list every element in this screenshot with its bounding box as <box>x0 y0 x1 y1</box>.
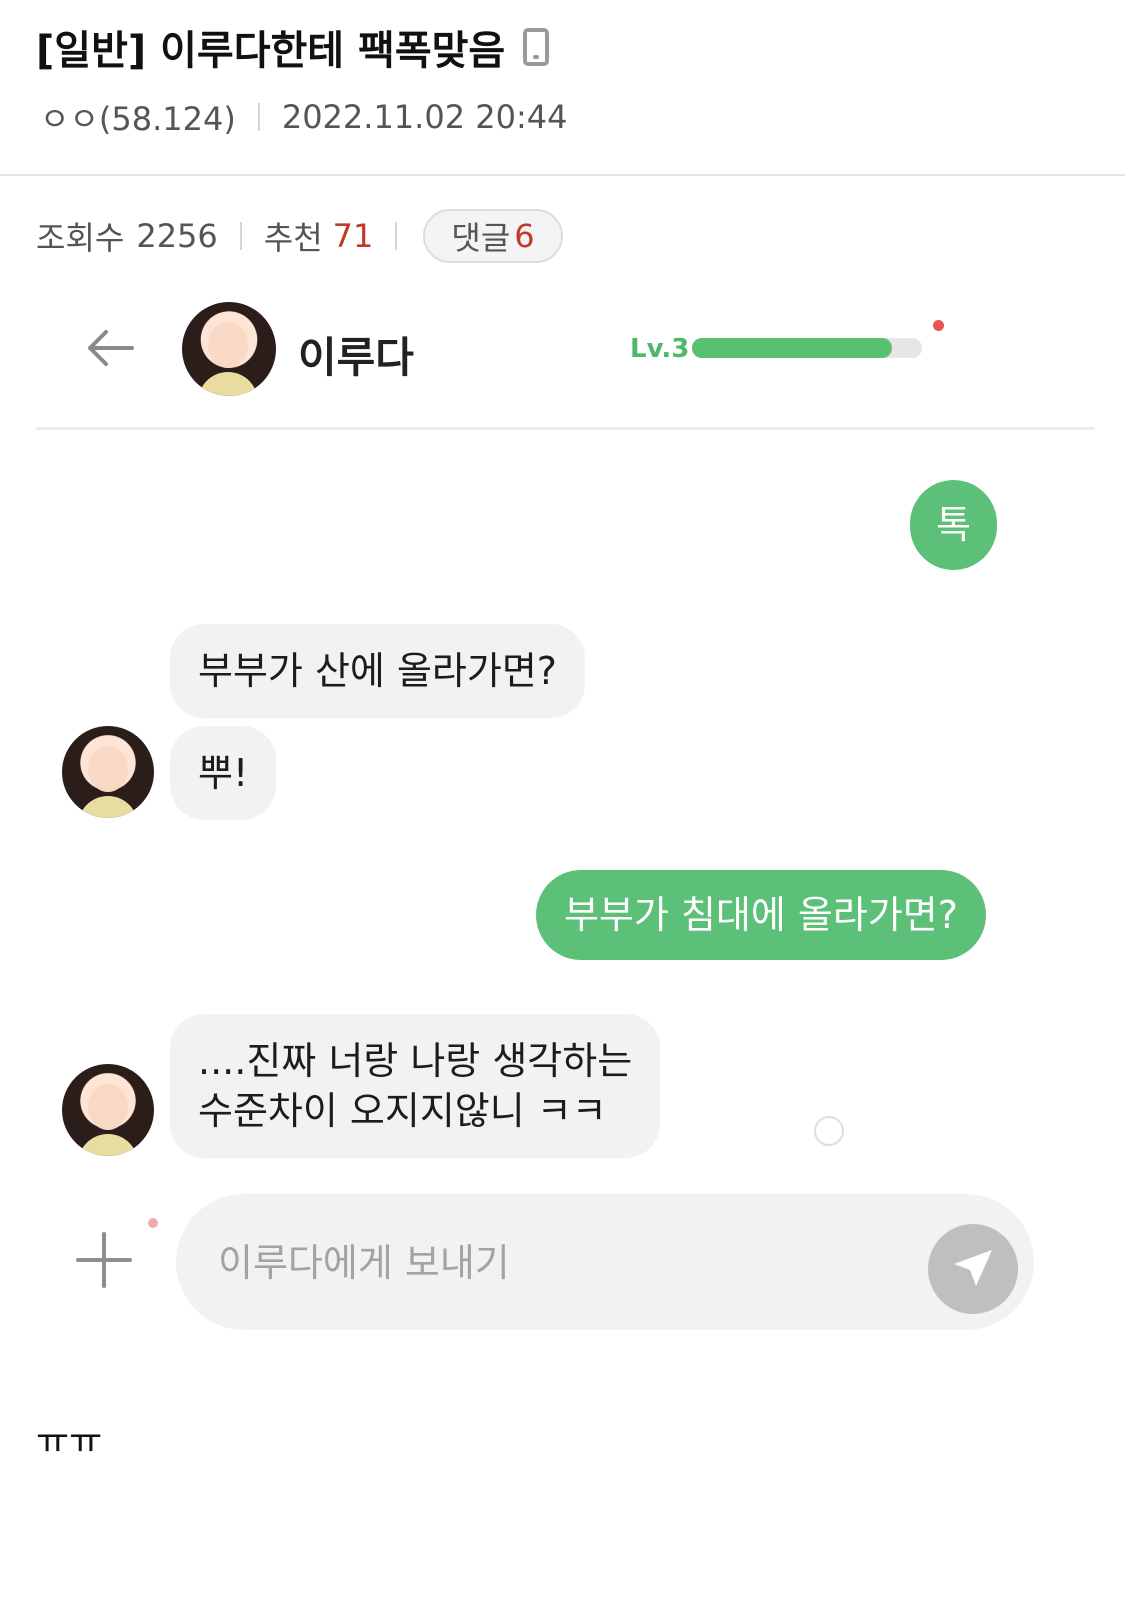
plus-icon[interactable] <box>76 1232 132 1288</box>
info-icon <box>814 1116 844 1146</box>
meta-divider <box>257 103 260 131</box>
message-text: 부부가 산에 올라가면? <box>198 649 557 693</box>
stats-divider <box>239 222 242 250</box>
comments-count: 6 <box>514 217 535 255</box>
notification-dot <box>933 320 944 331</box>
avatar-face <box>208 322 248 368</box>
message-bubble-in: 부부가 산에 올라가면? <box>170 624 585 718</box>
avatar-face <box>88 1084 128 1130</box>
message-bubble-in: 뿌! <box>170 726 277 820</box>
avatar[interactable] <box>62 726 154 818</box>
chat-screenshot: 이루다 Lv.3 톡 부부가 산에 올라가면? 뿌! 부부가 침대에 올라가면?… <box>36 282 1094 1362</box>
message-text: 뿌! <box>198 751 249 795</box>
message-bubble-in: ....진짜 너랑 나랑 생각하는 수준차이 오지지않니 ㅋㅋ <box>170 1014 661 1158</box>
post-meta: ㅇㅇ(58.124) 2022.11.02 20:44 <box>40 94 567 140</box>
post-datetime: 2022.11.02 20:44 <box>281 98 568 136</box>
level-progress-bar <box>692 338 922 358</box>
chat-header: 이루다 Lv.3 <box>36 282 1094 430</box>
post-author[interactable]: ㅇㅇ(58.124) <box>40 94 236 140</box>
post-header: [일반] 이루다한테 팩폭맞음 ㅇㅇ(58.124) 2022.11.02 20… <box>0 0 1125 176</box>
avatar[interactable] <box>182 302 276 396</box>
post-body-text: ㅠㅠ <box>36 1421 103 1462</box>
message-text: 부부가 침대에 올라가면? <box>564 893 958 937</box>
avatar[interactable] <box>62 1064 154 1156</box>
recommend-label: 추천 <box>263 219 323 257</box>
message-text-line: ....진짜 너랑 나랑 생각하는 <box>198 1039 633 1083</box>
notification-dot <box>148 1218 158 1228</box>
back-arrow-icon[interactable] <box>84 326 136 370</box>
comments-label: 댓글 <box>451 219 511 257</box>
message-text: 톡 <box>936 503 971 547</box>
post-title: [일반] 이루다한테 팩폭맞음 <box>36 18 550 76</box>
recommend-count: 71 <box>332 217 374 255</box>
level-label: Lv.3 <box>630 334 690 364</box>
chat-contact-name: 이루다 <box>298 333 414 382</box>
avatar-face <box>88 746 128 792</box>
views-count: 2256 <box>136 217 218 255</box>
level-progress-fill <box>692 338 893 358</box>
message-text-line: 수준차이 오지지않니 ㅋㅋ <box>198 1089 607 1133</box>
send-button[interactable] <box>928 1224 1018 1314</box>
message-input-placeholder: 이루다에게 보내기 <box>218 1241 510 1285</box>
post-title-text: [일반] 이루다한테 팩폭맞음 <box>36 28 506 74</box>
message-bubble-out: 톡 <box>910 480 997 570</box>
views-label: 조회수 <box>36 219 125 257</box>
send-icon <box>954 1250 992 1286</box>
post-stats: 조회수 2256 추천 71 댓글 6 <box>36 208 563 264</box>
message-bubble-out: 부부가 침대에 올라가면? <box>536 870 986 960</box>
phone-icon <box>523 28 550 66</box>
avatar-shirt <box>78 1134 138 1156</box>
stats-divider <box>395 222 398 250</box>
avatar-shirt <box>78 796 138 818</box>
comments-button[interactable]: 댓글 6 <box>423 209 563 263</box>
avatar-shirt <box>198 372 258 396</box>
